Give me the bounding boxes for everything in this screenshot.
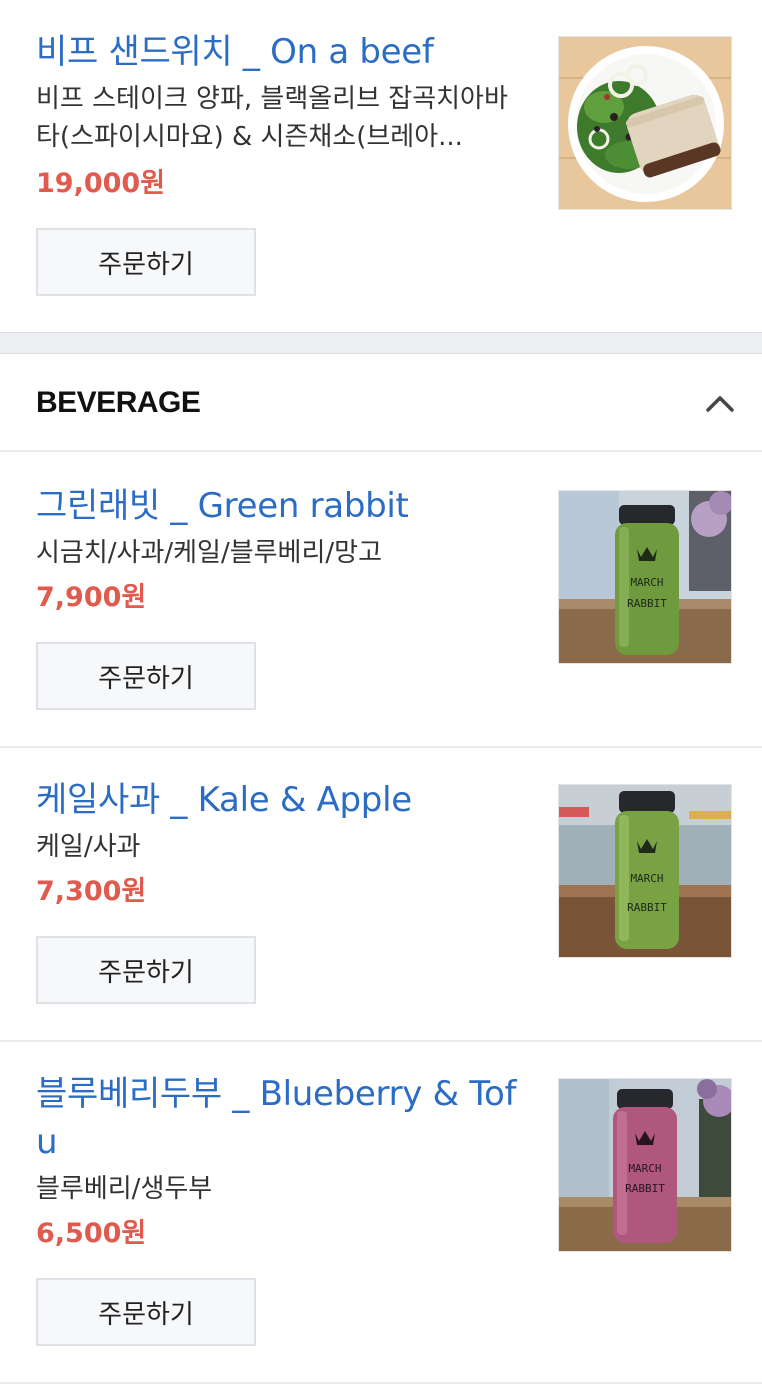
item-price: 6,500원 bbox=[36, 1218, 147, 1249]
item-divider bbox=[0, 1382, 762, 1384]
menu-item: 블루베리두부 _ Blueberry & Tofu 블루베리/생두부 6,500… bbox=[0, 1042, 762, 1382]
item-image[interactable]: MARCH RABBIT bbox=[558, 784, 732, 958]
item-title[interactable]: 케일사과 _ Kale & Apple bbox=[36, 776, 526, 824]
item-image[interactable]: MARCH RABBIT bbox=[558, 1078, 732, 1252]
menu-item: 그린래빗 _ Green rabbit 시금치/사과/케일/블루베리/망고 7,… bbox=[0, 452, 762, 746]
item-title[interactable]: 그린래빗 _ Green rabbit bbox=[36, 482, 526, 530]
order-button[interactable]: 주문하기 bbox=[36, 1278, 256, 1346]
menu-item: 비프 샌드위치 _ On a beef 비프 스테이크 양파, 블랙올리브 잡곡… bbox=[0, 0, 762, 332]
green-juice-image: MARCH RABBIT bbox=[559, 491, 731, 663]
item-description: 블루베리/생두부 bbox=[36, 1174, 213, 1204]
order-button[interactable]: 주문하기 bbox=[36, 936, 256, 1004]
item-title[interactable]: 비프 샌드위치 _ On a beef bbox=[36, 28, 526, 76]
menu-item: 케일사과 _ Kale & Apple 케일/사과 7,300원 주문하기 MA… bbox=[0, 748, 762, 1040]
item-price: 7,900원 bbox=[36, 582, 147, 613]
section-gap bbox=[0, 332, 762, 354]
item-description: 시금치/사과/케일/블루베리/망고 bbox=[36, 538, 382, 568]
bottle-label-line1: MARCH bbox=[630, 872, 663, 885]
section-title: BEVERAGE bbox=[36, 386, 201, 419]
bottle-label-line2: RABBIT bbox=[627, 901, 667, 914]
item-title[interactable]: 블루베리두부 _ Blueberry & Tofu bbox=[36, 1070, 526, 1166]
bottle-label-line1: MARCH bbox=[628, 1162, 661, 1175]
order-button[interactable]: 주문하기 bbox=[36, 642, 256, 710]
beef-sandwich-image bbox=[559, 37, 731, 209]
bottle-label-line2: RABBIT bbox=[625, 1182, 665, 1195]
blueberry-tofu-juice-image: MARCH RABBIT bbox=[559, 1079, 731, 1251]
item-description: 비프 스테이크 양파, 블랙올리브 잡곡치아바타(스파이시마요) & 시즌채소(… bbox=[36, 84, 508, 152]
chevron-up-icon[interactable] bbox=[700, 384, 740, 424]
bottle-label-line1: MARCH bbox=[630, 576, 663, 589]
item-price: 7,300원 bbox=[36, 876, 147, 907]
kale-apple-juice-image: MARCH RABBIT bbox=[559, 785, 731, 957]
item-image[interactable] bbox=[558, 36, 732, 210]
item-image[interactable]: MARCH RABBIT bbox=[558, 490, 732, 664]
order-button[interactable]: 주문하기 bbox=[36, 228, 256, 296]
section-header[interactable]: BEVERAGE bbox=[0, 354, 762, 452]
item-description: 케일/사과 bbox=[36, 832, 141, 862]
bottle-label-line2: RABBIT bbox=[627, 597, 667, 610]
item-price: 19,000원 bbox=[36, 168, 166, 199]
